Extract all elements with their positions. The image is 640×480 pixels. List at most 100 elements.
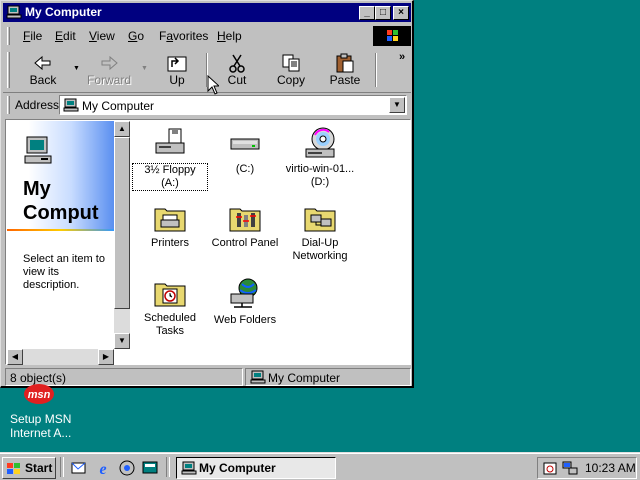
- menu-grip[interactable]: [7, 27, 10, 45]
- address-dropdown-button[interactable]: ▼: [389, 97, 405, 113]
- cd-drive-icon: [305, 127, 335, 158]
- svg-text:e: e: [99, 461, 106, 477]
- list-item-d-drive[interactable]: virtio-win-01... (D:): [282, 125, 358, 193]
- quick-launch-internet-explorer-icon[interactable]: e: [94, 459, 112, 477]
- msn-butterfly-icon: msn: [24, 384, 54, 404]
- paste-clipboard-icon: [336, 53, 354, 73]
- menu-edit[interactable]: Edit: [55, 29, 76, 43]
- windows-flag-icon: [7, 463, 20, 474]
- list-item-web-folders[interactable]: Web Folders: [207, 276, 283, 344]
- mouse-cursor-icon: [207, 75, 219, 95]
- list-item-c-drive[interactable]: (C:): [207, 125, 283, 193]
- c-drive-label: (C:): [235, 163, 255, 175]
- close-button[interactable]: ×: [393, 6, 409, 20]
- address-label: Address: [15, 98, 60, 112]
- quick-launch-grip[interactable]: [60, 457, 64, 477]
- maximize-button[interactable]: □: [375, 6, 391, 20]
- menu-file[interactable]: File: [23, 29, 42, 43]
- scheduled-tasks-label: Scheduled Tasks: [144, 312, 196, 337]
- menu-bar: File Edit View Go Favorites Help: [3, 25, 411, 47]
- hard-drive-icon: [230, 138, 260, 150]
- toolbar-chevron-icon[interactable]: »: [399, 51, 405, 63]
- scroll-left-arrow-icon: ◀: [11, 352, 19, 361]
- scroll-down-button[interactable]: ▼: [114, 333, 130, 349]
- window-title: My Computer: [25, 5, 102, 19]
- close-icon: ×: [398, 7, 404, 18]
- info-pane-vertical-scrollbar[interactable]: ▲ ▼: [114, 121, 130, 349]
- quick-launch-show-desktop-icon[interactable]: [141, 459, 159, 477]
- forward-label: Forward: [86, 73, 131, 87]
- address-combobox[interactable]: My Computer ▼: [59, 95, 407, 115]
- start-label: Start: [25, 461, 53, 475]
- floppy-drive-label: 3½ Floppy (A:): [132, 163, 208, 191]
- windows-flag-icon: [387, 30, 398, 41]
- info-pane-title-line1: My: [23, 178, 51, 200]
- dial-up-networking-folder-icon: [304, 208, 336, 232]
- title-bar[interactable]: My Computer _ □ ×: [3, 3, 411, 22]
- desktop-icon-label: Setup MSN Internet A...: [10, 412, 71, 440]
- back-dropdown-icon[interactable]: ▼: [73, 65, 80, 72]
- taskbar-button-label: My Computer: [199, 461, 276, 475]
- list-item-control-panel[interactable]: Control Panel: [207, 201, 283, 269]
- address-grip[interactable]: [7, 96, 10, 114]
- scroll-up-button[interactable]: ▲: [114, 121, 130, 137]
- my-computer-icon: [6, 5, 22, 19]
- menu-favorites[interactable]: Favorites: [159, 29, 208, 43]
- web-folders-label: Web Folders: [213, 314, 277, 326]
- web-view-info-pane: My Comput Select an item to view its des…: [7, 121, 114, 349]
- list-item-dial-up-networking[interactable]: Dial-Up Networking: [282, 201, 358, 269]
- scroll-right-button[interactable]: ▶: [98, 349, 114, 365]
- system-tray: 10:23 AM: [537, 457, 637, 479]
- dropdown-arrow-icon: ▼: [393, 100, 401, 109]
- copy-button[interactable]: Copy: [265, 51, 317, 89]
- my-computer-status-icon: [250, 370, 266, 384]
- copy-icon: [282, 54, 300, 72]
- status-location: My Computer: [268, 371, 341, 385]
- quick-launch-channels-icon[interactable]: [118, 459, 136, 477]
- scroll-up-arrow-icon: ▲: [118, 124, 126, 133]
- up-button[interactable]: Up: [151, 51, 203, 89]
- menu-go[interactable]: Go: [128, 29, 144, 43]
- info-pane-header: My Comput: [7, 121, 114, 231]
- copy-label: Copy: [276, 73, 305, 87]
- desktop-icon-setup-msn[interactable]: msn Setup MSN Internet A...: [4, 382, 71, 442]
- forward-dropdown-icon[interactable]: ▼: [141, 65, 148, 72]
- scroll-left-button[interactable]: ◀: [7, 349, 23, 365]
- list-item-floppy-drive[interactable]: 3½ Floppy (A:): [132, 125, 208, 193]
- scheduled-tasks-folder-icon: [154, 283, 186, 307]
- my-computer-window: My Computer _ □ × File Edit View Go Favo…: [0, 0, 414, 388]
- taskbar-button-my-computer[interactable]: My Computer: [176, 457, 336, 479]
- forward-arrow-icon: [101, 55, 118, 71]
- menu-help[interactable]: Help: [217, 29, 242, 43]
- my-computer-taskbar-icon: [181, 461, 197, 475]
- start-button[interactable]: Start: [2, 457, 56, 479]
- toolbar-grip[interactable]: [7, 52, 10, 88]
- taskbar-clock[interactable]: 10:23 AM: [585, 461, 636, 475]
- printers-folder-icon: [154, 208, 186, 232]
- minimize-button[interactable]: _: [359, 6, 375, 20]
- paste-button[interactable]: Paste: [319, 51, 371, 89]
- desktop-icon-label-line1: Setup MSN: [10, 412, 72, 426]
- address-bar: Address My Computer ▼: [3, 92, 411, 116]
- windows-logo-throbber: [373, 26, 411, 46]
- paste-label: Paste: [329, 73, 361, 87]
- list-item-scheduled-tasks[interactable]: Scheduled Tasks: [132, 276, 208, 344]
- printers-label: Printers: [151, 237, 189, 249]
- taskbar: Start e My Computer 10:23 AM: [0, 452, 640, 480]
- back-button[interactable]: Back: [17, 51, 69, 89]
- info-pane-divider: [7, 229, 114, 231]
- scrollbar-thumb[interactable]: [114, 137, 130, 309]
- up-folder-icon: [167, 56, 187, 72]
- toolbar-separator-2: [375, 53, 377, 87]
- scroll-right-arrow-icon: ▶: [102, 352, 110, 361]
- menu-view[interactable]: View: [89, 29, 115, 43]
- tray-scheduler-icon[interactable]: [542, 460, 558, 476]
- forward-button[interactable]: Forward: [83, 51, 135, 89]
- scroll-down-arrow-icon: ▼: [118, 336, 126, 345]
- quick-launch-outlook-express-icon[interactable]: [70, 459, 88, 477]
- address-value: My Computer: [82, 99, 155, 113]
- info-pane-horizontal-scrollbar[interactable]: ◀ ▶: [7, 349, 114, 365]
- tray-network-icon[interactable]: [562, 460, 578, 476]
- list-item-printers[interactable]: Printers: [132, 201, 208, 269]
- scissors-icon: [229, 54, 245, 73]
